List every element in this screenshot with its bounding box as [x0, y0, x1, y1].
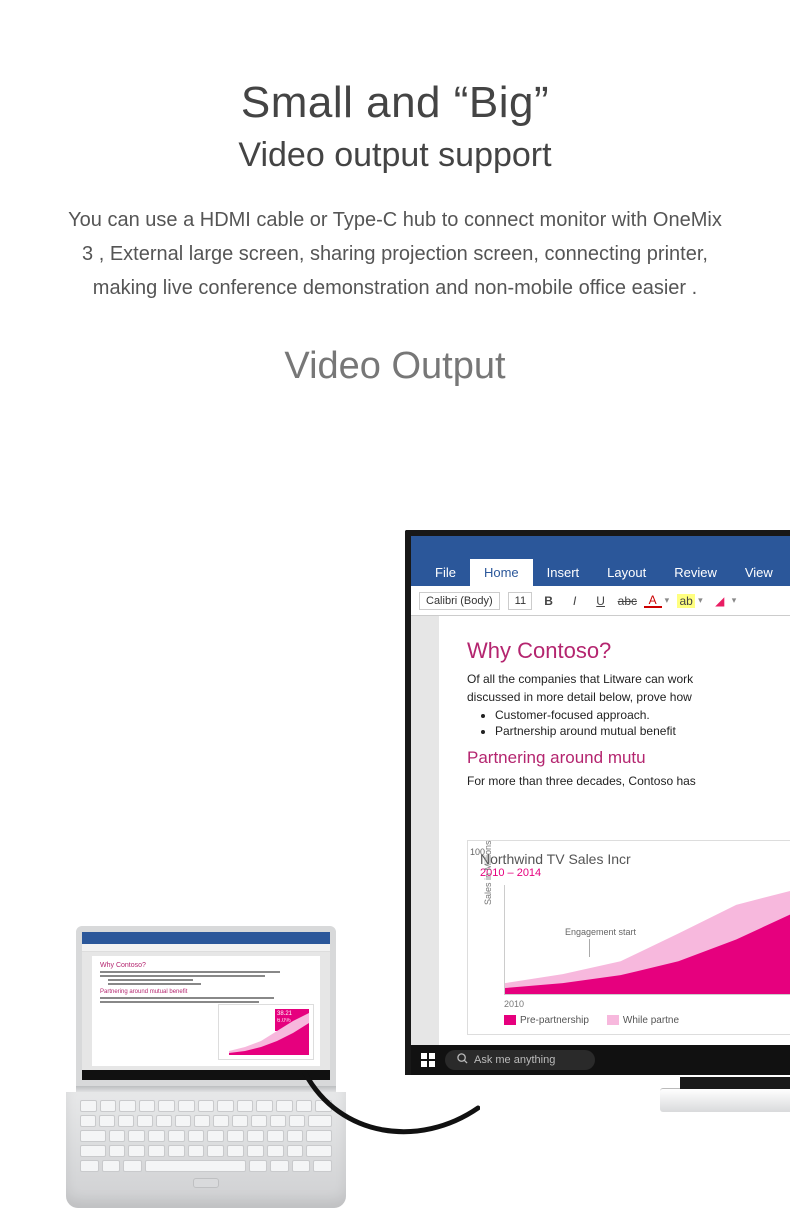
chart-plot-area: Sales in Millions Engagement start — [504, 885, 790, 995]
doc-bullet: Customer-focused approach. — [495, 708, 790, 722]
tab-file[interactable]: File — [421, 559, 470, 586]
marketing-header: Small and “Big” Video output support — [0, 0, 790, 175]
chart-y-axis-label: Sales in Millions — [483, 840, 493, 905]
mini-word-window: Why Contoso? Partnering around mutual be… — [82, 932, 330, 1080]
search-icon — [457, 1053, 468, 1067]
doc-bullet: Partnership around mutual benefit — [495, 724, 790, 738]
doc-bullet-list: Customer-focused approach. Partnership a… — [495, 708, 790, 738]
hdmi-cable — [300, 1068, 480, 1158]
brand-logo-text: XDrone — [405, 863, 427, 877]
windows-logo-icon — [421, 1053, 435, 1067]
mini-taskbar — [82, 1070, 330, 1080]
strikethrough-button[interactable]: abc — [618, 594, 636, 608]
tab-layout[interactable]: Layout — [593, 559, 660, 586]
mini-heading-1: Why Contoso? — [100, 962, 312, 969]
onemix-laptop: Why Contoso? Partnering around mutual be… — [76, 926, 336, 1208]
monitor-stand — [660, 1088, 790, 1112]
mini-heading-2: Partnering around mutual benefit — [100, 989, 312, 995]
tab-review[interactable]: Review — [660, 559, 731, 586]
word-window: Conto File Home Insert Layout Review Vie… — [411, 536, 790, 1075]
ribbon-home: Calibri (Body) 11 B I U abc A ▾ ab ▾ ◢ ▾ — [411, 586, 790, 616]
doc-paragraph: Of all the companies that Litware can wo… — [467, 672, 790, 686]
doc-paragraph: discussed in more detail below, prove ho… — [467, 690, 790, 704]
document-body: XDrone Why Contoso? Of all the companies… — [411, 616, 790, 1075]
font-color-button[interactable]: A — [644, 594, 662, 608]
mini-titlebar — [82, 932, 330, 944]
italic-button[interactable]: I — [566, 594, 584, 608]
doc-paragraph: For more than three decades, Contoso has — [467, 774, 790, 788]
mini-chart: 38.21 6.0% — [218, 1004, 314, 1060]
mini-ribbon — [82, 944, 330, 952]
taskbar-search[interactable]: Ask me anything — [445, 1050, 595, 1070]
external-monitor: Conto File Home Insert Layout Review Vie… — [405, 530, 790, 1075]
ribbon-tabs: File Home Insert Layout Review View — [411, 558, 790, 586]
chart-subtitle: 2010 – 2014 — [480, 867, 790, 879]
mini-document-page: Why Contoso? Partnering around mutual be… — [92, 956, 320, 1066]
legend-item: Pre-partnership — [504, 1015, 589, 1026]
marketing-subtitle: Video output support — [0, 136, 790, 175]
marketing-body: You can use a HDMI cable or Type-C hub t… — [60, 203, 730, 305]
highlight-button[interactable]: ab — [677, 594, 695, 608]
doc-heading-1: Why Contoso? — [467, 638, 790, 664]
highlight-chevron-icon[interactable]: ▾ — [698, 595, 703, 606]
legend-item: While partne — [607, 1015, 679, 1026]
tab-home[interactable]: Home — [470, 559, 533, 586]
chart-annotation: Engagement start — [565, 927, 636, 937]
embedded-chart[interactable]: 100 Northwind TV Sales Incr 2010 – 2014 … — [467, 840, 790, 1035]
doc-heading-2: Partnering around mutu — [467, 748, 790, 768]
search-placeholder: Ask me anything — [474, 1054, 555, 1066]
font-color-chevron-icon[interactable]: ▾ — [665, 595, 670, 606]
tab-view[interactable]: View — [731, 559, 787, 586]
area-chart-svg — [505, 885, 790, 994]
laptop-screen: Why Contoso? Partnering around mutual be… — [76, 926, 336, 1086]
document-page[interactable]: XDrone Why Contoso? Of all the companies… — [439, 616, 790, 1075]
laptop-touchpad[interactable] — [193, 1178, 219, 1188]
clear-formatting-button[interactable]: ◢ — [711, 594, 729, 608]
marketing-title: Small and “Big” — [0, 78, 790, 128]
underline-button[interactable]: U — [592, 594, 610, 608]
chart-x-axis-label: 2010 — [504, 999, 790, 1009]
font-name-select[interactable]: Calibri (Body) — [419, 592, 500, 610]
word-titlebar: Conto — [411, 536, 790, 558]
font-size-select[interactable]: 11 — [508, 592, 532, 610]
laptop-keyboard[interactable] — [80, 1100, 332, 1172]
tab-insert[interactable]: Insert — [533, 559, 594, 586]
ribbon-chevron-icon[interactable]: ▾ — [732, 595, 737, 606]
video-output-label: Video Output — [0, 345, 790, 388]
brand-logo: XDrone — [405, 826, 427, 877]
bold-button[interactable]: B — [540, 594, 558, 608]
chart-legend: Pre-partnership While partne — [504, 1015, 790, 1026]
chart-title: Northwind TV Sales Incr — [480, 851, 790, 867]
